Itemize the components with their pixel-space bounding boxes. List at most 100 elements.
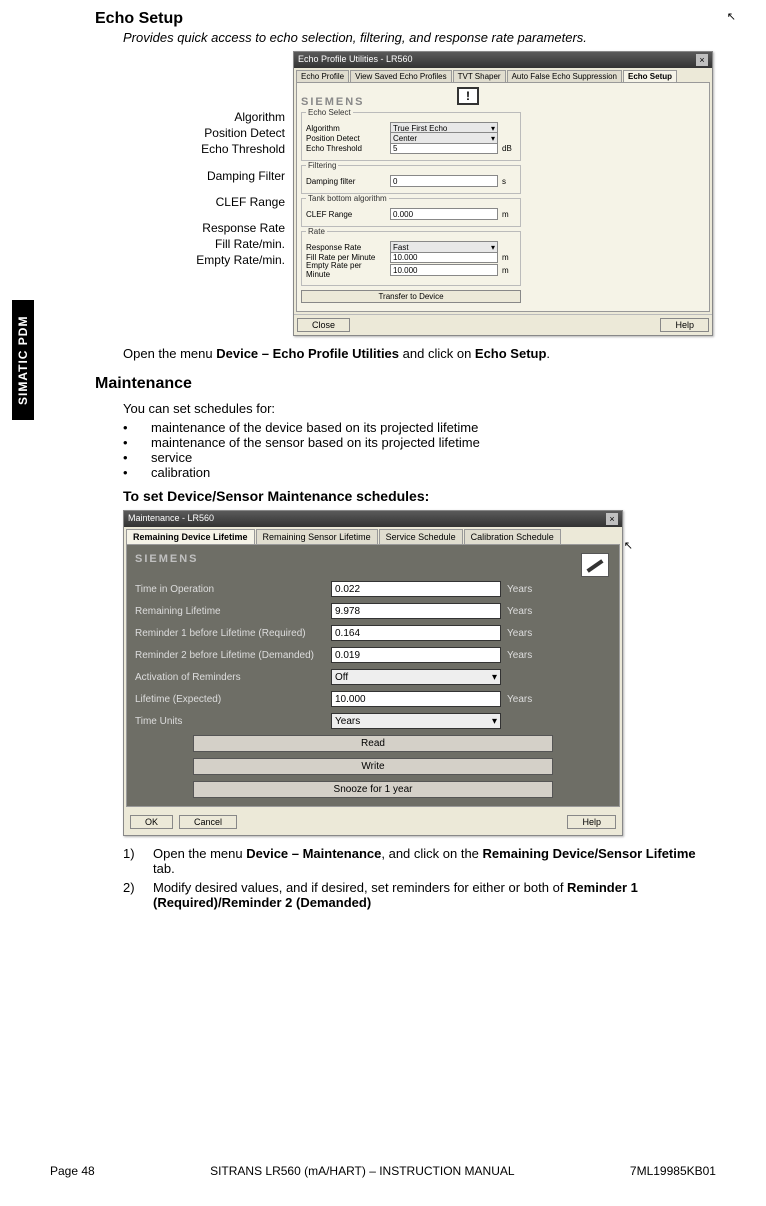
clef-range-input[interactable]: 0.000 — [390, 208, 498, 220]
help-button[interactable]: Help — [567, 815, 616, 829]
callout-position-detect: Position Detect — [123, 125, 285, 141]
rate-legend: Rate — [306, 227, 327, 236]
expected-label: Lifetime (Expected) — [135, 694, 325, 705]
instr-mid: and click on — [399, 346, 475, 361]
echo-setup-subtitle: Provides quick access to echo selection,… — [123, 30, 716, 45]
time-units-label: Time Units — [135, 716, 325, 727]
step-1-suffix: tab. — [153, 861, 175, 876]
remaining-unit: Years — [507, 606, 532, 617]
echo-profile-dialog: Echo Profile Utilities - LR560 × ↖ Echo … — [293, 51, 713, 336]
echo-threshold-label: Echo Threshold — [306, 144, 386, 153]
cursor-icon: ↖ — [727, 10, 736, 23]
transfer-to-device-button[interactable]: Transfer to Device — [301, 290, 521, 303]
callout-empty-rate: Empty Rate/min. — [123, 252, 285, 268]
callout-labels: Algorithm Position Detect Echo Threshold… — [123, 51, 293, 269]
tab-tvt-shaper[interactable]: TVT Shaper — [453, 70, 506, 82]
empty-rate-unit: m — [502, 266, 516, 275]
rem1-label: Reminder 1 before Lifetime (Required) — [135, 628, 325, 639]
caution-icon — [457, 87, 479, 105]
response-rate-select[interactable]: Fast — [390, 241, 498, 253]
step-1: 1) Open the menu Device – Maintenance, a… — [123, 846, 716, 876]
rem1-unit: Years — [507, 628, 532, 639]
step-1-num: 1) — [123, 846, 153, 876]
filtering-legend: Filtering — [306, 161, 338, 170]
bullet-sensor: maintenance of the sensor based on its p… — [123, 435, 716, 450]
tank-bottom-group: Tank bottom algorithm CLEF Range 0.000 m — [301, 198, 521, 227]
wrench-icon — [581, 553, 609, 577]
time-units-select[interactable]: Years — [331, 713, 501, 729]
clef-range-label: CLEF Range — [306, 210, 386, 219]
expected-input[interactable]: 10.000 — [331, 691, 501, 707]
tab-view-saved[interactable]: View Saved Echo Profiles — [350, 70, 451, 82]
callout-echo-threshold: Echo Threshold — [123, 141, 285, 157]
step-2-prefix: Modify desired values, and if desired, s… — [153, 880, 567, 895]
maintenance-tabs: Remaining Device Lifetime Remaining Sens… — [124, 527, 622, 544]
close-icon[interactable]: × — [696, 54, 708, 66]
rem2-input[interactable]: 0.019 — [331, 647, 501, 663]
maintenance-dialog: Maintenance - LR560 × Remaining Device L… — [123, 510, 623, 836]
instr-b2: Echo Setup — [475, 346, 547, 361]
position-detect-select[interactable]: Center — [390, 132, 498, 144]
tab-auto-false-echo[interactable]: Auto False Echo Suppression — [507, 70, 622, 82]
remaining-label: Remaining Lifetime — [135, 606, 325, 617]
dialog-tabs: Echo Profile View Saved Echo Profiles TV… — [294, 68, 712, 82]
tab-echo-profile[interactable]: Echo Profile — [296, 70, 349, 82]
write-button[interactable]: Write — [193, 758, 553, 775]
cursor-icon: ↖ — [624, 539, 633, 552]
read-button[interactable]: Read — [193, 735, 553, 752]
tab-remaining-device[interactable]: Remaining Device Lifetime — [126, 529, 255, 544]
maintenance-steps: 1) Open the menu Device – Maintenance, a… — [123, 846, 716, 910]
fill-rate-unit: m — [502, 253, 516, 262]
activation-label: Activation of Reminders — [135, 672, 325, 683]
close-icon[interactable]: × — [606, 513, 618, 525]
step-1-b1: Device – Maintenance — [246, 846, 381, 861]
callout-response-rate: Response Rate — [123, 220, 285, 236]
response-rate-label: Response Rate — [306, 243, 386, 252]
damping-filter-input[interactable]: 0 — [390, 175, 498, 187]
callout-fill-rate: Fill Rate/min. — [123, 236, 285, 252]
dialog-title: Echo Profile Utilities - LR560 — [298, 54, 413, 66]
page-footer: Page 48 SITRANS LR560 (mA/HART) – INSTRU… — [50, 1164, 716, 1178]
tab-calibration-schedule[interactable]: Calibration Schedule — [464, 529, 561, 544]
step-2-num: 2) — [123, 880, 153, 910]
footer-page: Page 48 — [50, 1164, 95, 1178]
empty-rate-label: Empty Rate per Minute — [306, 261, 386, 279]
tab-remaining-sensor[interactable]: Remaining Sensor Lifetime — [256, 529, 378, 544]
damping-filter-label: Damping filter — [306, 177, 386, 186]
filtering-group: Filtering Damping filter 0 s — [301, 165, 521, 194]
rem1-input[interactable]: 0.164 — [331, 625, 501, 641]
rem2-unit: Years — [507, 650, 532, 661]
to-set-heading: To set Device/Sensor Maintenance schedul… — [123, 488, 716, 504]
maintenance-dialog-title: Maintenance - LR560 — [128, 513, 214, 525]
close-button[interactable]: Close — [297, 318, 350, 332]
time-in-op-unit: Years — [507, 584, 532, 595]
time-in-op-input[interactable]: 0.022 — [331, 581, 501, 597]
echo-select-legend: Echo Select — [306, 108, 353, 117]
tab-service-schedule[interactable]: Service Schedule — [379, 529, 463, 544]
side-tab: SIMATIC PDM — [12, 300, 34, 420]
callout-damping-filter: Damping Filter — [123, 168, 285, 184]
instr-prefix: Open the menu — [123, 346, 216, 361]
empty-rate-input[interactable]: 10.000 — [390, 264, 498, 276]
tank-bottom-legend: Tank bottom algorithm — [306, 194, 389, 203]
help-button[interactable]: Help — [660, 318, 709, 332]
siemens-brand: SIEMENS — [301, 96, 365, 108]
callout-clef-range: CLEF Range — [123, 194, 285, 210]
footer-right: 7ML19985KB01 — [630, 1164, 716, 1178]
algorithm-label: Algorithm — [306, 124, 386, 133]
cancel-button[interactable]: Cancel — [179, 815, 237, 829]
activation-select[interactable]: Off — [331, 669, 501, 685]
echo-instruction: Open the menu Device – Echo Profile Util… — [123, 346, 716, 361]
step-2: 2) Modify desired values, and if desired… — [123, 880, 716, 910]
echo-threshold-unit: dB — [502, 144, 516, 153]
tab-echo-setup[interactable]: Echo Setup — [623, 70, 677, 82]
ok-button[interactable]: OK — [130, 815, 173, 829]
siemens-brand: SIEMENS — [135, 553, 199, 565]
time-in-op-label: Time in Operation — [135, 584, 325, 595]
echo-select-group: Echo Select Algorithm True First Echo Po… — [301, 112, 521, 161]
instr-suffix: . — [546, 346, 550, 361]
remaining-input[interactable]: 9.978 — [331, 603, 501, 619]
snooze-button[interactable]: Snooze for 1 year — [193, 781, 553, 798]
rate-group: Rate Response Rate Fast Fill Rate per Mi… — [301, 231, 521, 286]
step-1-mid: , and click on the — [381, 846, 482, 861]
